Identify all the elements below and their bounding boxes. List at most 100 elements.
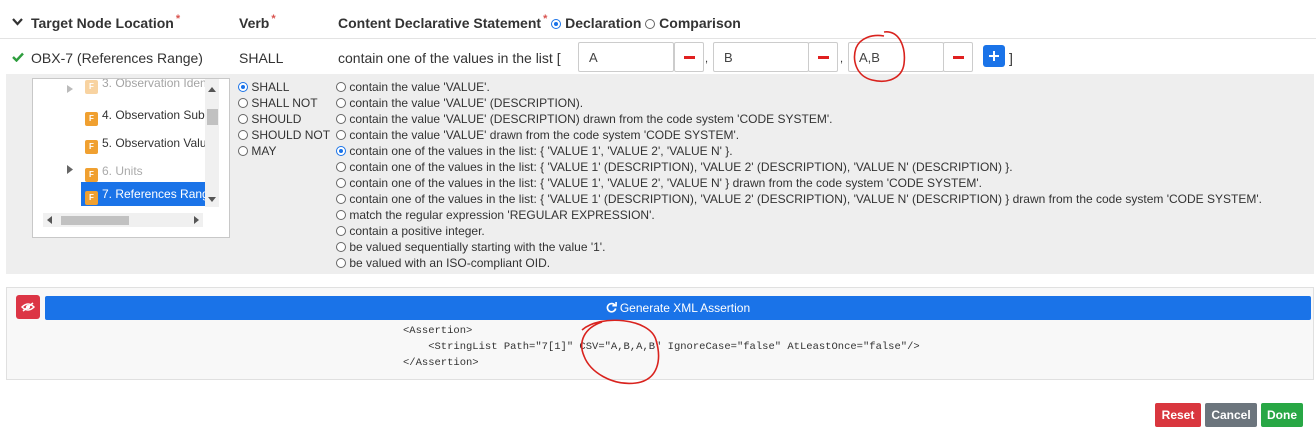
statement-radio[interactable]	[336, 146, 346, 156]
statement-option-label: contain one of the values in the list: {…	[349, 176, 982, 190]
statement-option[interactable]: contain one of the values in the list: {…	[336, 160, 1262, 176]
content-header: Content Declarative Statement * Declarati…	[338, 13, 741, 31]
value-input-3[interactable]	[848, 42, 944, 72]
separator: ,	[705, 53, 709, 65]
verb-option[interactable]: SHOULD	[238, 112, 330, 128]
xml-output: <Assertion> <StringList Path="7[1]" CSV=…	[403, 323, 920, 371]
expand-arrow-icon[interactable]	[67, 85, 73, 93]
statement-radio[interactable]	[336, 210, 346, 220]
statement-option[interactable]: be valued sequentially starting with the…	[336, 240, 1262, 256]
check-icon	[12, 52, 24, 62]
statement-options: contain the value 'VALUE'. contain the v…	[336, 80, 1262, 272]
statement-radio[interactable]	[336, 242, 346, 252]
statement-radio[interactable]	[336, 178, 346, 188]
statement-radio[interactable]	[336, 258, 346, 268]
statement-radio[interactable]	[336, 194, 346, 204]
target-node-value[interactable]: OBX-7 (References Range)	[31, 50, 203, 66]
verb-header: Verb *	[239, 13, 276, 31]
value-input-1[interactable]	[578, 42, 674, 72]
verb-radio[interactable]	[238, 82, 248, 92]
required-mark: *	[175, 13, 181, 25]
verb-option-label: SHALL NOT	[251, 96, 318, 110]
statement-radio[interactable]	[336, 130, 346, 140]
statement-radio[interactable]	[336, 162, 346, 172]
scroll-right-icon[interactable]	[194, 216, 199, 224]
tree-item[interactable]: F 3. Observation Identi	[85, 79, 213, 94]
scroll-left-icon[interactable]	[47, 216, 52, 224]
verb-option-label: SHOULD	[251, 112, 302, 126]
statement-option-label: contain one of the values in the list: {…	[349, 144, 733, 158]
verb-option[interactable]: SHOULD NOT	[238, 128, 330, 144]
add-value-button[interactable]	[983, 45, 1005, 67]
reset-button[interactable]: Reset	[1155, 403, 1201, 427]
statement-option[interactable]: match the regular expression 'REGULAR EX…	[336, 208, 1262, 224]
field-icon: F	[85, 191, 98, 205]
cancel-button[interactable]: Cancel	[1205, 403, 1257, 427]
scroll-down-icon[interactable]	[208, 197, 216, 202]
remove-value-button-1[interactable]	[674, 42, 704, 72]
refresh-icon	[606, 302, 617, 313]
done-button[interactable]: Done	[1261, 403, 1303, 427]
statement-option[interactable]: contain the value 'VALUE'.	[336, 80, 1262, 96]
code-line: <Assertion>	[403, 325, 473, 337]
statement-radio[interactable]	[336, 226, 346, 236]
verb-value[interactable]: SHALL	[239, 50, 283, 66]
field-icon: F	[85, 140, 98, 154]
assertion-row: OBX-7 (References Range) SHALL contain o…	[0, 38, 1316, 74]
statement-option[interactable]: contain one of the values in the list: {…	[336, 144, 1262, 160]
verb-option[interactable]: SHALL	[238, 80, 330, 96]
code-line: </Assertion>	[403, 357, 479, 369]
verb-option[interactable]: MAY	[238, 144, 330, 160]
statement-option[interactable]: be valued with an ISO-compliant OID.	[336, 256, 1262, 272]
statement-option[interactable]: contain the value 'VALUE' (DESCRIPTION) …	[336, 112, 1262, 128]
generate-xml-button[interactable]: Generate XML Assertion	[45, 296, 1311, 320]
field-icon: F	[85, 80, 98, 94]
statement-option[interactable]: contain one of the values in the list: {…	[336, 176, 1262, 192]
vertical-scroll-thumb[interactable]	[207, 109, 218, 125]
remove-value-button-2[interactable]	[808, 42, 838, 72]
generate-xml-label: Generate XML Assertion	[619, 301, 751, 315]
verb-radio[interactable]	[238, 98, 248, 108]
node-tree[interactable]: F 3. Observation Identi F 4. Observation S…	[32, 78, 230, 238]
statement-option-label: contain the value 'VALUE' (DESCRIPTION).	[349, 96, 584, 110]
required-mark: *	[543, 13, 548, 25]
comparison-label[interactable]: Comparison	[659, 15, 741, 31]
value-input-2[interactable]	[713, 42, 809, 72]
horizontal-scroll-thumb[interactable]	[61, 216, 129, 225]
remove-value-button-3[interactable]	[943, 42, 973, 72]
verb-option[interactable]: SHALL NOT	[238, 96, 330, 112]
statement-option-label: contain the value 'VALUE' drawn from the…	[349, 128, 740, 142]
statement-radio[interactable]	[336, 98, 346, 108]
verb-radio[interactable]	[238, 146, 248, 156]
tree-item[interactable]: F 4. Observation Sub-	[85, 108, 209, 126]
required-mark: *	[271, 13, 276, 25]
toggle-visibility-button[interactable]	[16, 295, 40, 319]
tree-item[interactable]: F 6. Units	[85, 164, 143, 182]
statement-radio[interactable]	[336, 114, 346, 124]
statement-radio[interactable]	[336, 82, 346, 92]
statement-prefix: contain one of the values in the list [	[338, 50, 561, 66]
declaration-radio[interactable]	[551, 19, 562, 29]
tree-item-label: 6. Units	[102, 164, 143, 178]
statement-option-label: contain the value 'VALUE'.	[349, 80, 490, 94]
expand-arrow-icon[interactable]	[67, 165, 73, 174]
statement-option[interactable]: contain a positive integer.	[336, 224, 1262, 240]
verb-radio[interactable]	[238, 114, 248, 124]
statement-option[interactable]: contain the value 'VALUE' drawn from the…	[336, 128, 1262, 144]
tree-item-label: 4. Observation Sub-	[102, 108, 209, 122]
verb-radio[interactable]	[238, 130, 248, 140]
chevron-down-icon[interactable]	[11, 15, 24, 28]
comparison-radio[interactable]	[645, 19, 656, 29]
tree-item-selected[interactable]: F 7. References Range	[85, 187, 215, 205]
horizontal-scrollbar[interactable]	[43, 213, 203, 227]
tree-item[interactable]: F 5. Observation Value	[85, 136, 213, 154]
declaration-label[interactable]: Declaration	[565, 15, 641, 31]
closing-bracket: ]	[1009, 50, 1013, 66]
statement-option-label: match the regular expression 'REGULAR EX…	[349, 208, 655, 222]
statement-option[interactable]: contain the value 'VALUE' (DESCRIPTION).	[336, 96, 1262, 112]
table-header: Target Node Location * Verb * Content Decl…	[0, 8, 1316, 38]
vertical-scrollbar[interactable]	[205, 79, 219, 207]
statement-option[interactable]: contain one of the values in the list: {…	[336, 192, 1262, 208]
code-line: <StringList Path="7[1]" CSV="A,B,A,B" Ig…	[403, 341, 920, 353]
scroll-up-icon[interactable]	[208, 87, 216, 92]
